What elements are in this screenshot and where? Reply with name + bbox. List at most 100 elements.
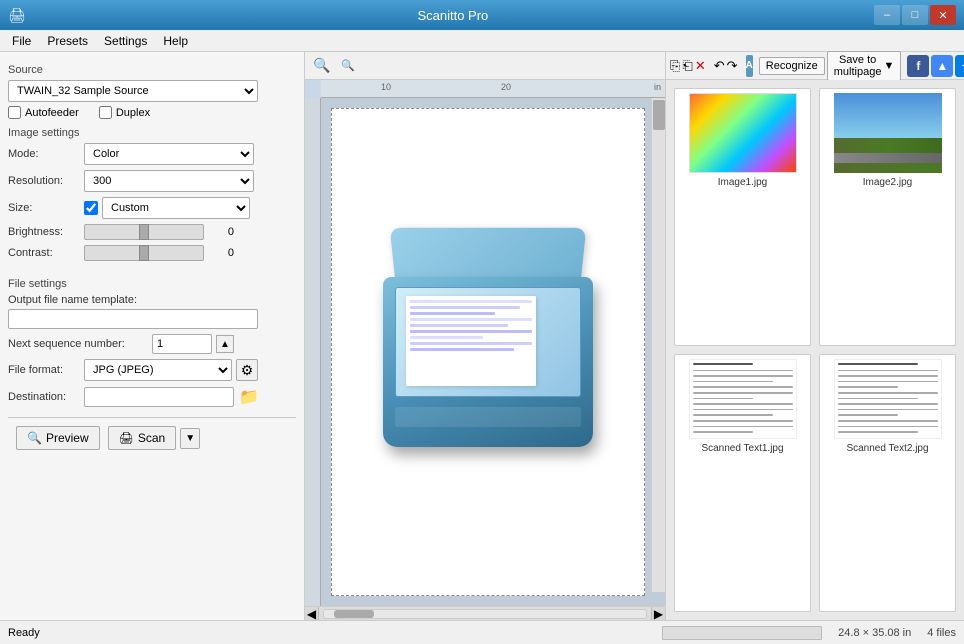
mode-row: Mode: Color Grayscale Black & White: [8, 143, 296, 165]
multipage-button[interactable]: Save to multipage ▼: [827, 51, 902, 81]
destination-input[interactable]: C:\: [84, 387, 234, 407]
facebook-btn[interactable]: f: [907, 55, 929, 77]
v-scroll-thumb[interactable]: [653, 100, 665, 130]
window-controls: – □ ✕: [874, 5, 956, 25]
thumb-img-4: [834, 359, 942, 439]
google-drive-btn[interactable]: ▲: [931, 55, 953, 77]
format-row: File format: JPG (JPEG) PNG TIFF BMP PDF…: [8, 359, 296, 381]
scan-button[interactable]: 🖨 Scan: [108, 426, 177, 450]
title-bar: 🖨 Scanitto Pro – □ ✕: [0, 0, 964, 30]
ocr-icon-btn[interactable]: A: [746, 55, 753, 77]
menu-help[interactable]: Help: [155, 32, 196, 50]
scroll-track: [323, 609, 647, 619]
dropbox-btn[interactable]: ✦: [955, 55, 964, 77]
delete-btn[interactable]: ✕: [695, 55, 706, 77]
resolution-label: Resolution:: [8, 175, 80, 187]
multipage-dropdown-icon: ▼: [883, 60, 894, 72]
menu-presets[interactable]: Presets: [39, 32, 96, 50]
duplex-checkbox[interactable]: [99, 106, 112, 119]
sequence-input[interactable]: [152, 334, 212, 354]
status-text: Ready: [8, 627, 654, 639]
contrast-slider[interactable]: [84, 245, 204, 261]
image-settings-label: Image settings: [8, 127, 296, 139]
thumb-img-3: [689, 359, 797, 439]
ruler-horizontal: 10 20 in: [321, 80, 665, 98]
menu-file[interactable]: File: [4, 32, 39, 50]
format-select[interactable]: JPG (JPEG) PNG TIFF BMP PDF: [84, 359, 232, 381]
zoom-out-btn[interactable]: 🔍: [337, 55, 359, 77]
menu-bar: File Presets Settings Help: [0, 30, 964, 52]
scan-preview: [331, 108, 645, 596]
scan-label: Scan: [138, 431, 165, 445]
scroll-left-btn[interactable]: ◀: [305, 607, 319, 620]
ocr-icon: A: [746, 60, 753, 71]
maximize-button[interactable]: □: [902, 5, 928, 25]
preview-label: Preview: [46, 431, 89, 445]
thumbnail-image1[interactable]: Image1.jpg: [674, 88, 811, 346]
scan-dropdown-btn[interactable]: ▼: [180, 428, 200, 449]
contrast-row: Contrast: 0: [8, 245, 296, 261]
ruler-h-content: 10 20 in: [321, 80, 665, 97]
thumbnails-area: Image1.jpg Image2.jpg: [666, 80, 964, 620]
minimize-button[interactable]: –: [874, 5, 900, 25]
right-panel: ⎘ ⎗ ✕ ↶ ↷ A Recognize Save to multipage …: [666, 52, 964, 620]
multipage-label: Save to multipage: [834, 54, 882, 78]
duplex-label[interactable]: Duplex: [99, 106, 150, 119]
thumb-label-3: Scanned Text1.jpg: [701, 443, 783, 454]
paper-line: [410, 312, 495, 315]
app-icon: 🖨: [8, 7, 26, 24]
thumbnail-image2[interactable]: Image2.jpg: [819, 88, 956, 346]
brightness-label: Brightness:: [8, 226, 80, 238]
menu-settings[interactable]: Settings: [96, 32, 155, 50]
scanner-front: [395, 407, 581, 427]
thumbnail-text1[interactable]: Scanned Text1.jpg: [674, 354, 811, 612]
file-settings-section: File settings Output file name template:…: [8, 274, 296, 413]
center-panel: 🔍 🔍 10 20 in: [305, 52, 666, 620]
autofeeder-label[interactable]: Autofeeder: [8, 106, 79, 119]
right-toolbar: ⎘ ⎗ ✕ ↶ ↷ A Recognize Save to multipage …: [666, 52, 964, 80]
preview-button[interactable]: 🔍 Preview: [16, 426, 100, 450]
file-settings-label: File settings: [8, 278, 296, 290]
source-select[interactable]: TWAIN_32 Sample Source: [8, 80, 258, 102]
recognize-button[interactable]: Recognize: [759, 57, 825, 75]
size-checkbox[interactable]: [84, 201, 98, 215]
left-panel: Source TWAIN_32 Sample Source Autofeeder…: [0, 52, 305, 620]
v-scrollbar[interactable]: [651, 98, 665, 592]
copy-btn[interactable]: ⎘: [670, 55, 680, 77]
thumb-img-1: [689, 93, 797, 173]
scanner-body: [383, 277, 593, 447]
contrast-slider-container: 0: [84, 245, 296, 261]
sequence-row: Next sequence number: ▲: [8, 334, 296, 354]
scroll-right-btn[interactable]: ▶: [651, 607, 665, 620]
close-button[interactable]: ✕: [930, 5, 956, 25]
resolution-row: Resolution: 75 100 150 200 300 600 1200: [8, 170, 296, 192]
mode-select[interactable]: Color Grayscale Black & White: [84, 143, 254, 165]
source-label: Source: [8, 64, 296, 76]
format-settings-btn[interactable]: ⚙: [236, 359, 258, 381]
status-dimensions: 24.8 × 35.08 in: [838, 627, 911, 639]
paper-line: [410, 300, 532, 303]
thumb-label-1: Image1.jpg: [718, 177, 767, 188]
brightness-slider[interactable]: [84, 224, 204, 240]
zoom-in-btn[interactable]: 🔍: [311, 55, 333, 77]
thumb-img-2: [834, 93, 942, 173]
rotate-ccw-btn[interactable]: ↶: [714, 55, 725, 77]
browse-folder-btn[interactable]: 📁: [238, 386, 260, 408]
image-settings-section: Image settings Mode: Color Grayscale Bla…: [8, 123, 296, 266]
thumbnail-text2[interactable]: Scanned Text2.jpg: [819, 354, 956, 612]
contrast-label: Contrast:: [8, 247, 80, 259]
template-input[interactable]: Scanitto_<D>_<###>: [8, 309, 258, 329]
destination-row: Destination: C:\ 📁: [8, 386, 296, 408]
rotate-cw-btn[interactable]: ↷: [727, 55, 738, 77]
scanner-options: Autofeeder Duplex: [8, 106, 296, 119]
ruler-unit: in: [654, 82, 661, 92]
resolution-select[interactable]: 75 100 150 200 300 600 1200: [84, 170, 254, 192]
format-label: File format:: [8, 364, 80, 376]
paper-line: [410, 330, 532, 333]
paper-line: [410, 324, 508, 327]
h-scrollbar[interactable]: ◀ ▶: [305, 606, 665, 620]
size-select[interactable]: Custom A4 Letter Legal: [102, 197, 250, 219]
paste-btn[interactable]: ⎗: [682, 55, 692, 77]
autofeeder-checkbox[interactable]: [8, 106, 21, 119]
sequence-increment-btn[interactable]: ▲: [216, 335, 234, 353]
